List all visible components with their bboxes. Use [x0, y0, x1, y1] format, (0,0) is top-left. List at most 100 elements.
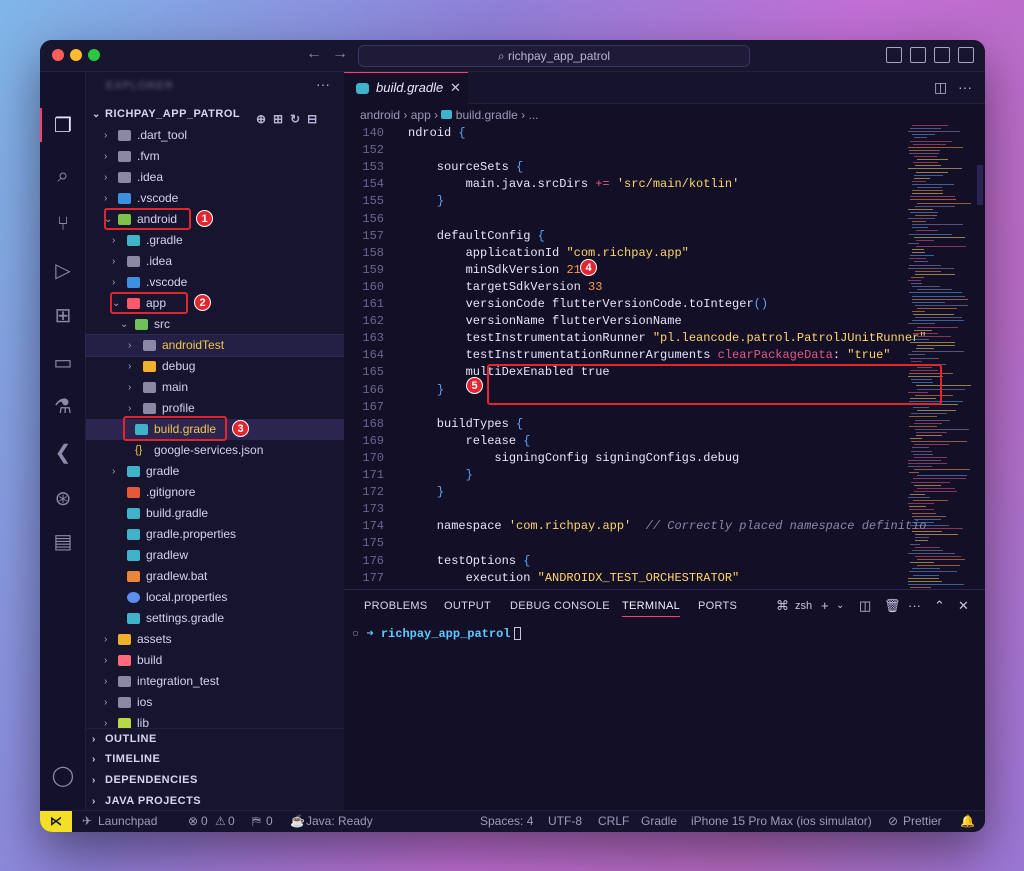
tab-problems[interactable]: PROBLEMS [364, 600, 428, 612]
command-center-search[interactable]: ⌕ richpay_app_patrol [358, 45, 750, 67]
customize-layout-icon[interactable] [958, 47, 974, 63]
tree-item-settings-gradle[interactable]: settings.gradle [86, 608, 344, 629]
maximize-window-button[interactable] [88, 49, 100, 61]
breadcrumb-file[interactable]: build.gradle [456, 108, 518, 122]
breadcrumb-android[interactable]: android [360, 108, 400, 122]
toggle-panel-icon[interactable] [910, 47, 926, 63]
explorer-root-header[interactable]: ⌄ RICHPAY_APP_PATROL ⊕⊞↻⊟ [86, 104, 344, 126]
error-count[interactable]: 0 [201, 811, 208, 832]
code-line[interactable]: 171 } [344, 467, 985, 484]
code-line[interactable]: 161 versionCode flutterVersionCode.toInt… [344, 296, 985, 313]
tree-item-android-idea[interactable]: › .idea [86, 251, 344, 272]
java-status[interactable]: Java: Ready [306, 811, 373, 832]
code-line[interactable]: 170 signingConfig signingConfigs.debug [344, 450, 985, 467]
more-actions-icon[interactable]: ··· [908, 598, 921, 613]
maximize-panel-icon[interactable]: ⌃ [934, 598, 945, 614]
notifications-bell-icon[interactable]: 🔔 [960, 811, 975, 832]
chevron-down-icon[interactable]: ⌄ [836, 600, 844, 611]
testing-icon[interactable]: ⚗ [51, 395, 75, 419]
flutter-icon[interactable]: ❮ [51, 441, 75, 465]
toggle-primary-sidebar-icon[interactable] [886, 47, 902, 63]
tree-item-main[interactable]: › main [86, 377, 344, 398]
tree-item-gradle-dir[interactable]: › gradle [86, 461, 344, 482]
prettier-status[interactable]: Prettier [903, 811, 942, 832]
warning-count[interactable]: 0 [228, 811, 235, 832]
trash-icon[interactable]: 🗑 [884, 598, 901, 614]
tree-item-android-test[interactable]: › androidTest [85, 334, 345, 357]
remote-explorer-icon[interactable]: ▭ [51, 351, 75, 375]
tab-debug-console[interactable]: DEBUG CONSOLE [510, 600, 610, 612]
code-line[interactable]: 152 [344, 142, 985, 159]
device-selector[interactable]: iPhone 15 Pro Max (ios simulator) [691, 811, 872, 832]
code-line[interactable]: 175 [344, 535, 985, 552]
code-line[interactable]: 177 execution "ANDROIDX_TEST_ORCHESTRATO… [344, 570, 985, 587]
code-line[interactable]: 159 minSdkVersion 21 [344, 262, 985, 279]
line-endings[interactable]: CRLF [598, 811, 629, 832]
editor-scrollbar[interactable] [977, 165, 983, 205]
tab-output[interactable]: OUTPUT [444, 600, 491, 612]
split-terminal-icon[interactable]: ◫ [859, 598, 871, 614]
code-line[interactable]: 158 applicationId "com.richpay.app" [344, 245, 985, 262]
encoding[interactable]: UTF-8 [548, 811, 582, 832]
code-line[interactable]: 155 } [344, 193, 985, 210]
tree-item-debug[interactable]: › debug [86, 356, 344, 377]
tree-item-gradlew-bat[interactable]: gradlew.bat [86, 566, 344, 587]
close-tab-icon[interactable]: ✕ [450, 73, 461, 103]
tab-build-gradle[interactable]: build.gradle ✕ [344, 72, 468, 104]
tab-terminal[interactable]: TERMINAL [622, 600, 681, 617]
code-line[interactable]: 154 main.java.srcDirs += 'src/main/kotli… [344, 176, 985, 193]
ports-count[interactable]: 0 [266, 811, 273, 832]
code-line[interactable]: 163 testInstrumentationRunner "pl.leanco… [344, 330, 985, 347]
terminal-shell-name[interactable]: zsh [795, 600, 812, 612]
search-icon[interactable]: ⌕ [51, 164, 75, 188]
code-line[interactable]: 168 buildTypes { [344, 416, 985, 433]
tree-item-integration-test[interactable]: › integration_test [86, 671, 344, 692]
breadcrumb-app[interactable]: app [411, 108, 431, 122]
indentation[interactable]: Spaces: 4 [480, 811, 533, 832]
dependencies-section[interactable]: › DEPENDENCIES [86, 770, 344, 791]
tab-ports[interactable]: PORTS [698, 600, 737, 612]
code-line[interactable]: 153 sourceSets { [344, 159, 985, 176]
tree-item-src[interactable]: ⌄ src [86, 314, 344, 335]
tree-item-gitignore[interactable]: .gitignore [86, 482, 344, 503]
tree-item-idea[interactable]: › .idea [86, 167, 344, 188]
tree-item-gradlew[interactable]: gradlew [86, 545, 344, 566]
code-line[interactable]: 164 testInstrumentationRunnerArguments c… [344, 347, 985, 364]
timeline-section[interactable]: › TIMELINE [86, 749, 344, 770]
code-line[interactable]: 176 testOptions { [344, 553, 985, 570]
breadcrumb-more[interactable]: ... [529, 108, 539, 122]
code-line[interactable]: 174 namespace 'com.richpay.app' // Corre… [344, 518, 985, 535]
tree-item-fvm[interactable]: › .fvm [86, 146, 344, 167]
remote-indicator[interactable]: ⋉ [40, 811, 72, 832]
language-mode[interactable]: Gradle [641, 811, 677, 832]
account-icon[interactable]: ◯ [51, 764, 75, 788]
tree-item-assets[interactable]: › assets [86, 629, 344, 650]
new-terminal-icon[interactable]: + [821, 598, 829, 613]
java-projects-section[interactable]: › JAVA PROJECTS [86, 791, 344, 812]
tree-item-build[interactable]: › build [86, 650, 344, 671]
explorer-icon[interactable]: ❐ [51, 114, 75, 138]
tree-item-gradle-properties[interactable]: gradle.properties [86, 524, 344, 545]
terminal-prompt[interactable]: ○ ➜ richpay_app_patrol [352, 626, 522, 641]
project-manager-icon[interactable]: ▤ [51, 530, 75, 554]
code-line[interactable]: 156 [344, 211, 985, 228]
code-line[interactable]: 169 release { [344, 433, 985, 450]
split-editor-icon[interactable]: ◫ [934, 79, 947, 96]
close-window-button[interactable] [52, 49, 64, 61]
code-line[interactable]: 157 defaultConfig { [344, 228, 985, 245]
source-control-icon[interactable]: ⑂ [51, 212, 75, 236]
code-line[interactable]: 172 } [344, 484, 985, 501]
git-graph-icon[interactable]: ⊛ [51, 487, 75, 511]
launchpad-button[interactable]: Launchpad [98, 811, 157, 832]
tree-item-vscode[interactable]: › .vscode [86, 188, 344, 209]
tree-item-local-properties[interactable]: local.properties [86, 587, 344, 608]
tree-item-google-services[interactable]: {} google-services.json [86, 440, 344, 461]
code-line[interactable]: 162 versionName flutterVersionName [344, 313, 985, 330]
code-line[interactable]: 173 [344, 501, 985, 518]
code-line[interactable]: 140 ndroid { [344, 125, 985, 142]
forward-arrow-icon[interactable]: → [332, 45, 348, 63]
tree-item-dart-tool[interactable]: › .dart_tool [86, 125, 344, 146]
tree-item-android-vscode[interactable]: › .vscode [86, 272, 344, 293]
tree-item-ios[interactable]: › ios [86, 692, 344, 713]
code-line[interactable]: 160 targetSdkVersion 33 [344, 279, 985, 296]
